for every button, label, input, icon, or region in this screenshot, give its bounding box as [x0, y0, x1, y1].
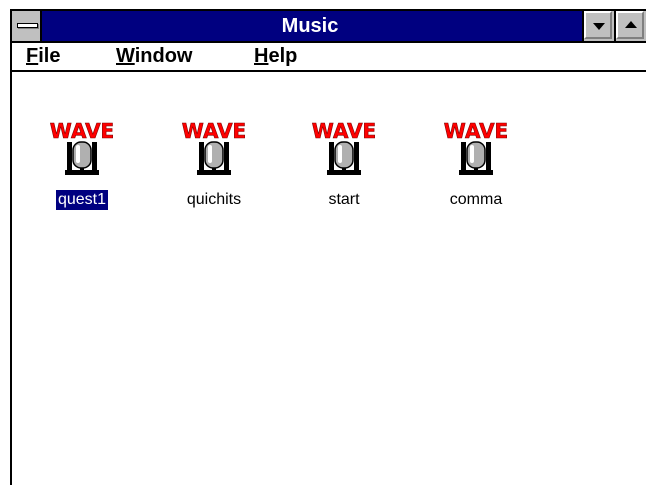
- program-item-start[interactable]: WAVE start: [294, 114, 394, 214]
- maximize-button[interactable]: [614, 11, 646, 41]
- system-menu-button[interactable]: [12, 11, 42, 41]
- menu-help-label: elp: [268, 45, 298, 67]
- menu-file[interactable]: File: [26, 43, 60, 70]
- program-item-comma[interactable]: WAVE comma: [426, 114, 526, 214]
- program-item-quichits[interactable]: WAVE quichits: [164, 114, 264, 214]
- wave-microphone-icon: WAVE: [181, 119, 247, 175]
- microphone-shape: [459, 141, 493, 175]
- menu-help-accel: H: [254, 45, 269, 67]
- wave-badge-text: WAVE: [444, 119, 508, 143]
- menu-window-accel: W: [116, 45, 135, 67]
- wave-badge-text: WAVE: [182, 119, 246, 143]
- menu-window-label: indow: [134, 45, 193, 67]
- system-menu-icon: [17, 23, 38, 28]
- wave-microphone-icon: WAVE: [49, 119, 115, 175]
- window-title: Music: [281, 15, 339, 37]
- wave-badge-text: WAVE: [312, 119, 376, 143]
- menu-help[interactable]: Help: [254, 43, 297, 70]
- microphone-shape: [327, 141, 361, 175]
- microphone-shape: [197, 141, 231, 175]
- menu-file-accel: F: [26, 45, 39, 67]
- wave-microphone-icon: WAVE: [311, 119, 377, 175]
- menu-file-label: ile: [38, 45, 61, 67]
- program-item-label: start: [328, 191, 360, 208]
- minimize-button[interactable]: [582, 11, 614, 41]
- music-window: Music File Window Help: [10, 9, 646, 485]
- program-item-label: quest1: [55, 190, 109, 210]
- wave-microphone-icon: WAVE: [443, 119, 509, 175]
- title-bar[interactable]: Music: [12, 11, 646, 43]
- wave-badge-text: WAVE: [50, 119, 114, 143]
- program-item-quest1[interactable]: WAVE quest1: [32, 114, 132, 214]
- microphone-shape: [65, 141, 99, 175]
- menu-bar: File Window Help: [12, 43, 646, 72]
- menu-window[interactable]: Window: [116, 43, 192, 70]
- program-item-label: quichits: [186, 191, 242, 208]
- program-item-label: comma: [449, 191, 503, 208]
